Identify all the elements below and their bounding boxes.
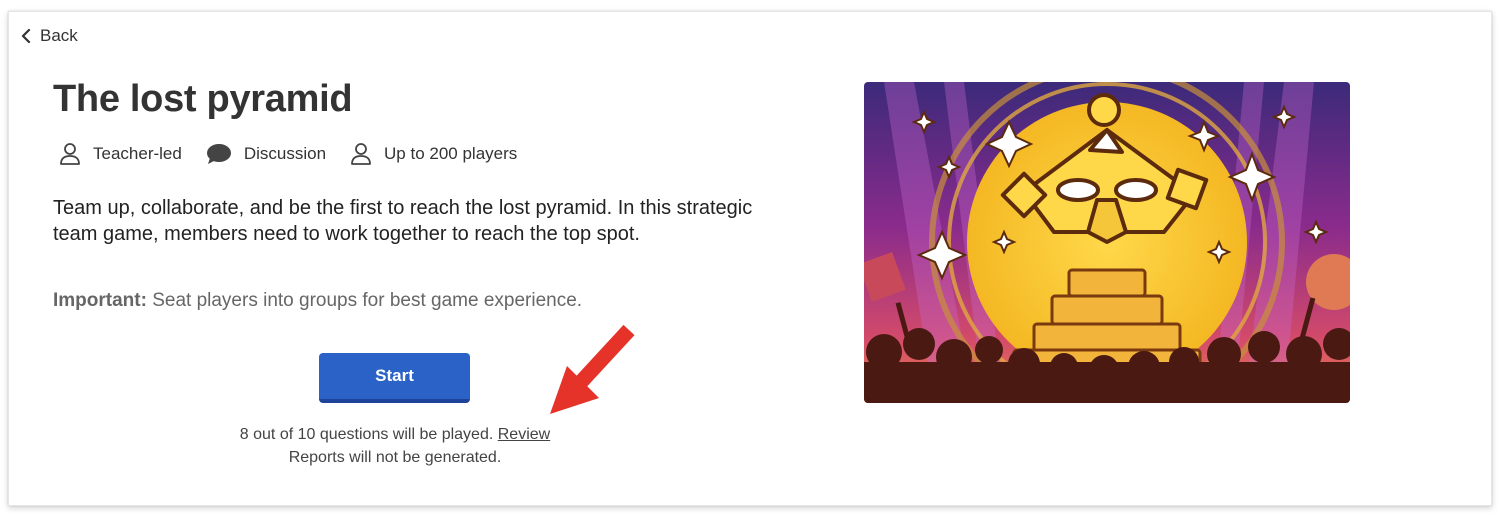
meta-players: Up to 200 players	[350, 142, 517, 166]
game-detail-panel: Back The lost pyramid Teacher-led Discus…	[8, 11, 1492, 506]
meta-label: Discussion	[243, 144, 327, 163]
important-note: Important: Seat players into groups for …	[53, 290, 582, 312]
review-link[interactable]: Review	[498, 426, 550, 443]
questions-text: 8 out of 10 questions will be played.	[239, 426, 494, 443]
person-icon	[59, 142, 81, 166]
reports-text: Reports will not be generated.	[288, 449, 502, 466]
back-label: Back	[40, 26, 78, 45]
chevron-left-icon	[21, 29, 31, 43]
meta-label: Up to 200 players	[384, 144, 518, 163]
game-artwork	[864, 82, 1350, 403]
game-description: Team up, collaborate, and be the first t…	[53, 197, 753, 245]
important-label: Important:	[53, 290, 147, 311]
back-button[interactable]: Back	[20, 26, 78, 46]
questions-line: 8 out of 10 questions will be played. Re…	[195, 423, 595, 446]
meta-label: Teacher-led	[93, 144, 182, 163]
play-info: 8 out of 10 questions will be played. Re…	[195, 423, 595, 469]
speech-bubble-icon	[206, 143, 232, 165]
start-button[interactable]: Start	[319, 353, 470, 403]
important-text: Seat players into groups for best game e…	[146, 290, 583, 311]
page-title: The lost pyramid	[53, 78, 353, 120]
meta-discussion: Discussion	[206, 143, 326, 165]
person-icon	[350, 142, 372, 166]
meta-teacher-led: Teacher-led	[59, 142, 182, 166]
game-meta: Teacher-led Discussion Up to 200 players	[59, 142, 541, 166]
